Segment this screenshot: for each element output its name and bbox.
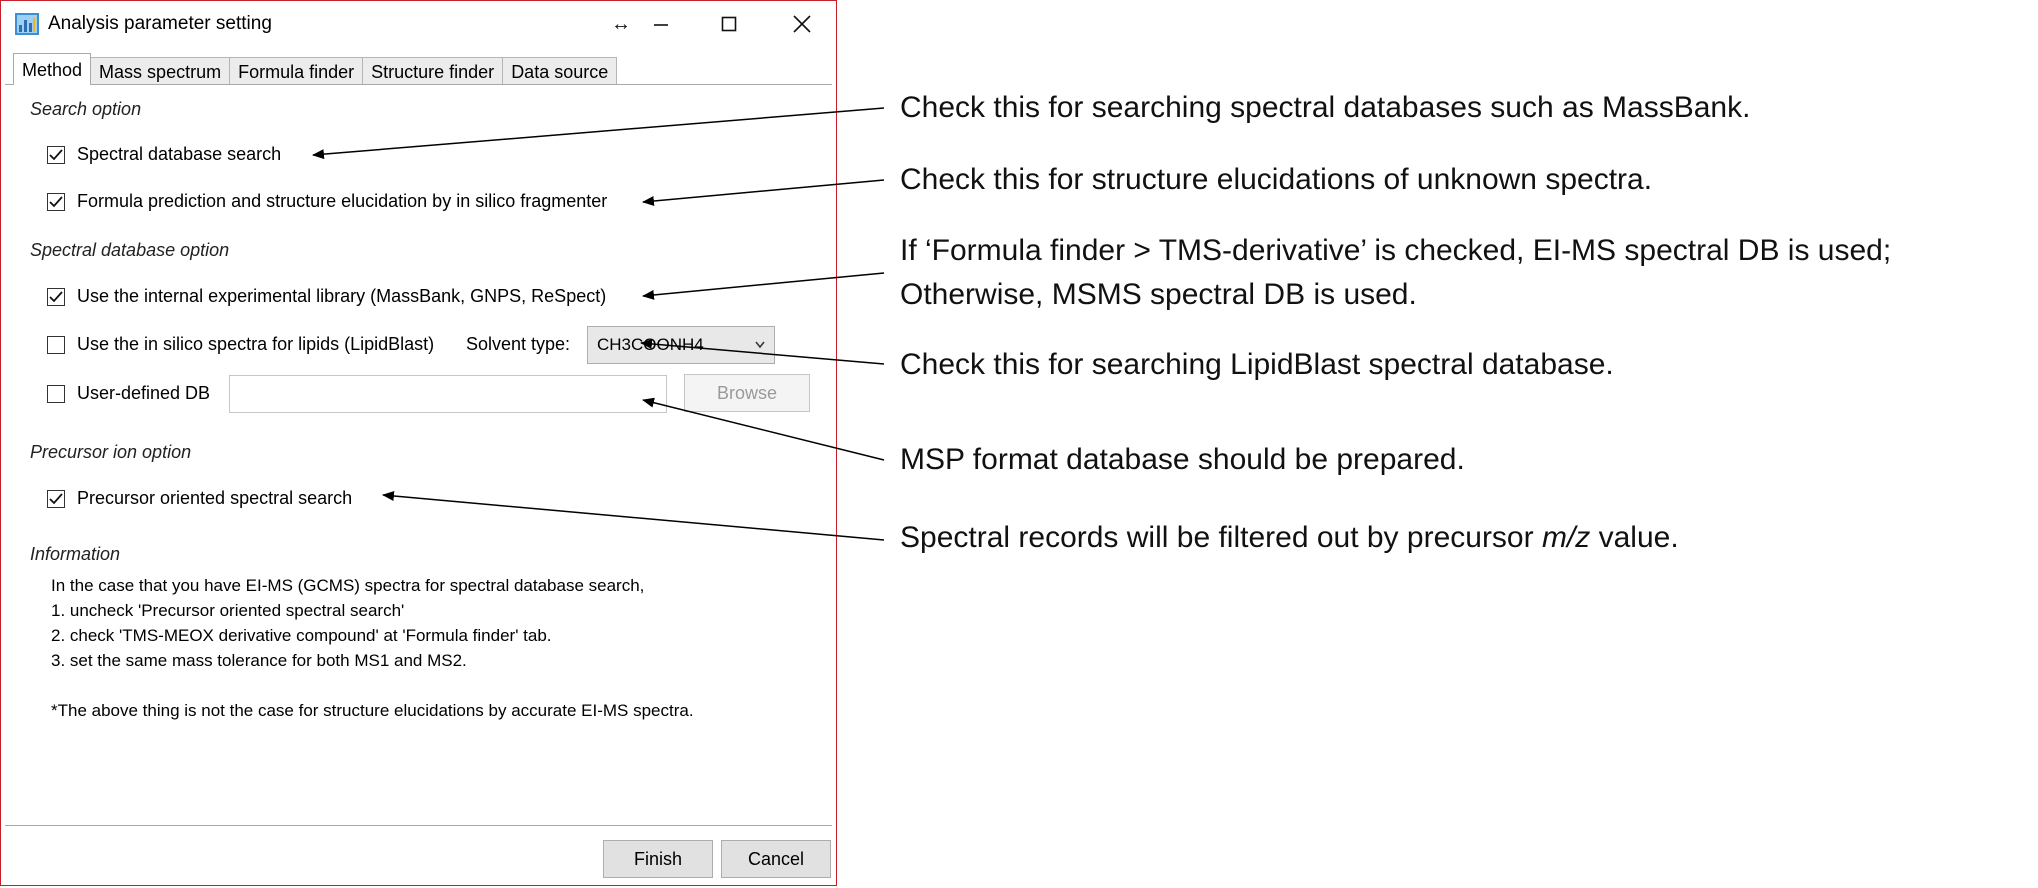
close-button[interactable] [774,7,830,41]
annotation-precursor-suffix: value. [1590,521,1679,554]
user-defined-db-label: User-defined DB [77,383,211,403]
information-line: In the case that you have EI-MS (GCMS) s… [51,576,645,595]
minimize-icon [654,24,668,26]
solvent-type-select[interactable]: CH3COONH4 [587,326,775,364]
app-chart-icon [15,13,39,35]
chevron-down-icon [754,327,766,376]
checkmark-icon [49,492,63,504]
solvent-type-value: CH3COONH4 [597,335,704,354]
tab-data-source[interactable]: Data source [502,57,618,85]
formula-prediction-checkbox-row[interactable]: Formula prediction and structure elucida… [47,191,607,212]
spectral-db-option-title: Spectral database option [30,240,230,260]
browse-button[interactable]: Browse [684,374,810,412]
information-line: 3. set the same mass tolerance for both … [51,651,467,670]
annotation-structure-elucidation: Check this for structure elucidations of… [900,163,1653,196]
solvent-type-label: Solvent type: [466,334,571,354]
spectral-db-search-checkbox-row[interactable]: Spectral database search [47,144,281,165]
spectral-db-search-checkbox[interactable] [47,145,65,164]
search-option-title: Search option [30,99,142,119]
internal-library-checkbox[interactable] [47,287,65,306]
lipidblast-checkbox-row[interactable]: Use the in silico spectra for lipids (Li… [47,334,434,355]
checkmark-icon [49,290,63,302]
annotation-msp-format: MSP format database should be prepared. [900,443,1465,476]
maximize-button[interactable] [701,7,757,41]
checkmark-icon [49,148,63,160]
maximize-icon [721,16,737,32]
spectral-db-search-label: Spectral database search [77,144,282,164]
tab-formula-finder[interactable]: Formula finder [229,57,364,85]
cancel-button[interactable]: Cancel [721,840,831,878]
internal-library-label: Use the internal experimental library (M… [77,286,607,306]
tab-method[interactable]: Method [13,53,92,85]
information-title: Information [30,544,121,564]
tab-mass-spectrum[interactable]: Mass spectrum [90,57,231,85]
formula-prediction-checkbox[interactable] [47,192,65,211]
information-line: 2. check 'TMS-MEOX derivative compound' … [51,626,552,645]
annotation-spectral-search: Check this for searching spectral databa… [900,91,1751,124]
tab-strip: Method Mass spectrum Formula finder Stru… [13,53,618,85]
precursor-oriented-checkbox-row[interactable]: Precursor oriented spectral search [47,488,352,509]
lipidblast-checkbox[interactable] [47,335,65,354]
precursor-oriented-checkbox[interactable] [47,489,65,508]
window-title: Analysis parameter setting [48,13,272,34]
annotation-precursor-prefix: Spectral records will be filtered out by… [900,521,1542,554]
title-bar[interactable]: Analysis parameter setting ↔ [1,1,836,47]
checkmark-icon [49,195,63,207]
information-note: *The above thing is not the case for str… [51,701,694,720]
information-line: 1. uncheck 'Precursor oriented spectral … [51,601,405,620]
annotation-internal-library-line2: Otherwise, MSMS spectral DB is used. [900,278,1417,311]
user-defined-db-checkbox-row[interactable]: User-defined DB [47,383,210,404]
annotation-precursor-filter: Spectral records will be filtered out by… [900,516,1679,560]
user-defined-db-path-input[interactable] [229,375,667,413]
minimize-button[interactable] [633,7,689,41]
close-icon [793,15,811,33]
user-defined-db-checkbox[interactable] [47,384,65,403]
annotation-internal-library-line1: If ‘Formula finder > TMS-derivative’ is … [900,234,1892,267]
precursor-oriented-label: Precursor oriented spectral search [77,488,353,508]
internal-library-checkbox-row[interactable]: Use the internal experimental library (M… [47,286,606,307]
finish-button[interactable]: Finish [603,840,713,878]
analysis-parameter-dialog: Analysis parameter setting ↔ Method Mass… [0,0,837,886]
formula-prediction-label: Formula prediction and structure elucida… [77,191,608,211]
tab-structure-finder[interactable]: Structure finder [362,57,504,85]
annotation-precursor-mz: m/z [1541,521,1591,554]
precursor-option-title: Precursor ion option [30,442,192,462]
lipidblast-label: Use the in silico spectra for lipids (Li… [77,334,435,354]
annotation-lipidblast: Check this for searching LipidBlast spec… [900,348,1614,381]
